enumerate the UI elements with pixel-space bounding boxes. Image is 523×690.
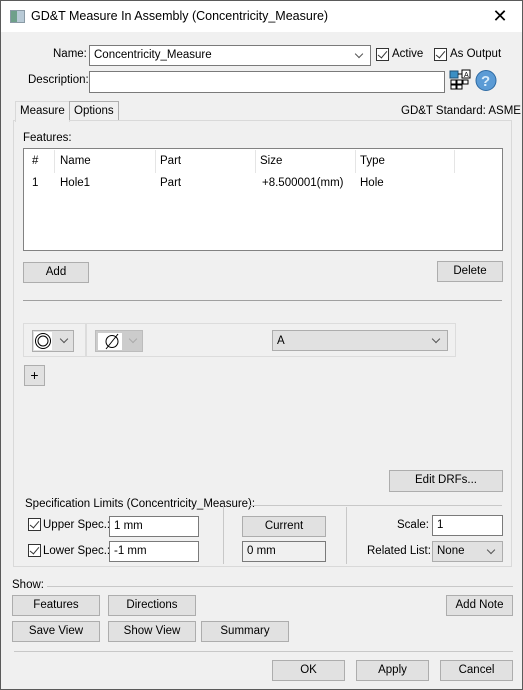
column-separator: [454, 150, 455, 173]
help-icon[interactable]: ?: [475, 69, 497, 92]
cell-type: Hole: [360, 177, 384, 189]
show-label: Show:: [12, 579, 44, 591]
cell-name: Hole1: [60, 177, 91, 189]
show-directions-button[interactable]: Directions: [108, 595, 196, 616]
related-list-value: None: [437, 545, 465, 557]
lower-spec-input[interactable]: -1 mm: [109, 541, 199, 562]
column-header-part[interactable]: Part: [160, 155, 181, 167]
upper-spec-input[interactable]: 1 mm: [109, 516, 199, 537]
datum-value: A: [277, 335, 285, 347]
lower-spec-label: Lower Spec.:: [43, 545, 111, 557]
column-header-num[interactable]: #: [32, 155, 38, 167]
divider: [14, 651, 513, 652]
current-button[interactable]: Current: [242, 516, 326, 537]
scale-input[interactable]: 1: [432, 515, 503, 536]
divider: [249, 505, 502, 506]
upper-spec-checkbox[interactable]: [28, 518, 41, 531]
datum-dropdown[interactable]: A: [272, 330, 448, 351]
add-datum-button[interactable]: +: [24, 365, 45, 386]
close-icon[interactable]: ✕: [478, 1, 522, 32]
window-title: GD&T Measure In Assembly (Concentricity_…: [31, 9, 329, 23]
show-view-button[interactable]: Show View: [108, 621, 196, 642]
current-value: 0 mm: [242, 541, 326, 562]
cell-size: +8.500001(mm): [262, 177, 344, 189]
related-list-dropdown[interactable]: None: [432, 541, 503, 562]
apply-button[interactable]: Apply: [356, 660, 429, 681]
lower-spec-checkbox[interactable]: [28, 544, 41, 557]
divider: [47, 586, 513, 587]
show-features-button[interactable]: Features: [12, 595, 100, 616]
title-bar: GD&T Measure In Assembly (Concentricity_…: [1, 1, 522, 32]
column-separator: [155, 150, 156, 173]
active-checkbox[interactable]: [376, 48, 389, 61]
divider: [223, 504, 224, 564]
cancel-button[interactable]: Cancel: [440, 660, 513, 681]
column-separator: [54, 150, 55, 173]
divider: [23, 300, 502, 301]
cell-num: 1: [32, 177, 39, 189]
name-value: Concentricity_Measure: [94, 49, 212, 61]
chevron-down-icon: [354, 49, 364, 59]
save-view-button[interactable]: Save View: [12, 621, 100, 642]
dialog-window: GD&T Measure In Assembly (Concentricity_…: [0, 0, 523, 690]
features-label: Features:: [23, 132, 72, 144]
column-header-name[interactable]: Name: [60, 155, 91, 167]
add-feature-button[interactable]: Add: [23, 262, 89, 283]
ok-button[interactable]: OK: [272, 660, 345, 681]
upper-spec-label: Upper Spec.:: [43, 519, 111, 531]
assembly-tree-icon[interactable]: A: [449, 69, 474, 93]
frame-divider: [85, 323, 87, 357]
divider: [346, 507, 347, 564]
tab-options[interactable]: Options: [69, 101, 119, 120]
chevron-down-icon: [486, 545, 496, 555]
add-note-button[interactable]: Add Note: [446, 595, 513, 616]
spec-limits-label: Specification Limits (Concentricity_Meas…: [25, 498, 256, 510]
geometric-symbol-dropdown[interactable]: [32, 330, 74, 352]
chevron-down-icon: [128, 334, 138, 344]
svg-text:A: A: [464, 72, 469, 79]
chevron-down-icon: [59, 334, 69, 344]
gdt-standard-label: GD&T Standard: ASME: [401, 105, 521, 117]
cell-part: Part: [160, 177, 182, 189]
tab-measure[interactable]: Measure: [15, 101, 70, 122]
as-output-label: As Output: [450, 48, 502, 60]
related-list-label: Related List:: [367, 545, 431, 557]
name-label: Name:: [53, 48, 87, 60]
active-label: Active: [392, 48, 424, 60]
features-list[interactable]: # Name Part Size Type 1 Hole1 Part +8.50…: [23, 148, 503, 251]
concentricity-icon: [34, 332, 52, 350]
description-label: Description:: [28, 74, 89, 86]
as-output-checkbox[interactable]: [434, 48, 447, 61]
chevron-down-icon: [431, 334, 441, 344]
app-icon: [10, 10, 25, 23]
modifier-dropdown: [95, 330, 143, 352]
svg-text:?: ?: [481, 73, 490, 90]
column-separator: [255, 150, 256, 173]
column-header-size[interactable]: Size: [260, 155, 282, 167]
description-input[interactable]: [89, 71, 445, 93]
delete-feature-button[interactable]: Delete: [437, 261, 503, 282]
name-combobox[interactable]: Concentricity_Measure: [89, 45, 371, 66]
scale-label: Scale:: [397, 519, 429, 531]
column-separator: [355, 150, 356, 173]
summary-button[interactable]: Summary: [201, 621, 289, 642]
column-header-type[interactable]: Type: [360, 155, 385, 167]
edit-drfs-button[interactable]: Edit DRFs...: [389, 470, 503, 492]
diameter-icon: [98, 333, 122, 350]
